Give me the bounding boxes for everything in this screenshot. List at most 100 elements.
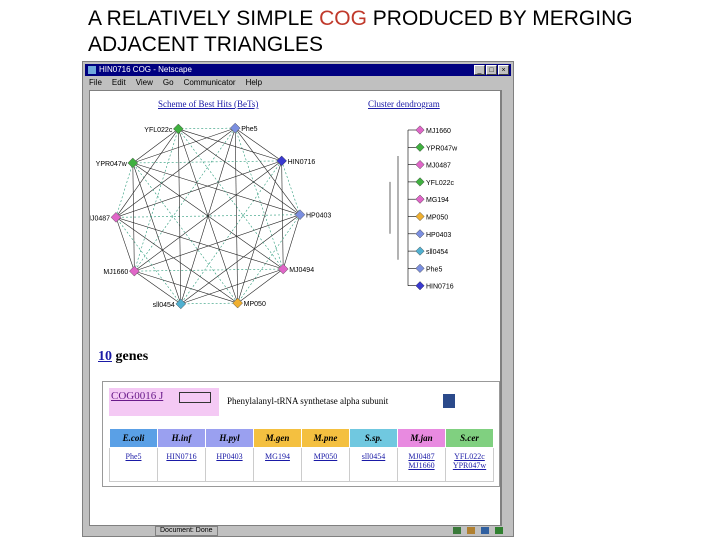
- organism-genes: HIN0716: [157, 447, 206, 482]
- hit-edge: [115, 217, 135, 272]
- organism-table: E.coli H.inf H.pyl M.gen M.pne S.sp. M.jan S.ce…: [109, 428, 494, 482]
- gene-link[interactable]: MJ0487: [399, 452, 444, 461]
- menu-go[interactable]: Go: [163, 77, 174, 89]
- gene-count: 10 genes: [98, 349, 148, 365]
- dendrogram-leaf[interactable]: [415, 177, 425, 187]
- gene-link[interactable]: YPR047w: [447, 461, 492, 470]
- menu-file[interactable]: File: [89, 77, 102, 89]
- graph-node[interactable]: [129, 265, 140, 277]
- organism-genes: MG194: [253, 447, 302, 482]
- dendrogram-leaf-label: HIN0716: [426, 284, 454, 291]
- graph-node-label: MJ0494: [289, 267, 314, 274]
- hit-edge: [281, 160, 301, 215]
- graph-node[interactable]: [229, 122, 241, 134]
- maximize-button[interactable]: □: [486, 65, 497, 75]
- close-button[interactable]: ×: [498, 65, 509, 75]
- organism-header: E.coli: [109, 428, 158, 448]
- dendrogram-leaf-label: YPR047w: [426, 145, 458, 152]
- hit-edge: [132, 162, 182, 304]
- graph-node[interactable]: [277, 263, 289, 275]
- organism-genes: Phe5: [109, 447, 158, 482]
- status-bar: Document: Done: [85, 526, 511, 536]
- organism-header: S.sp.: [349, 428, 398, 448]
- menu-communicator[interactable]: Communicator: [184, 77, 236, 89]
- hit-edge: [115, 128, 179, 218]
- organism-genes: MJ0487 MJ1660: [397, 447, 446, 482]
- minimize-button[interactable]: _: [474, 65, 485, 75]
- graph-node[interactable]: [294, 209, 306, 220]
- graph-node[interactable]: [232, 297, 243, 309]
- dendrogram-leaf[interactable]: [415, 263, 425, 273]
- organism-genes: sll0454: [349, 447, 398, 482]
- gene-link[interactable]: HP0403: [207, 452, 252, 461]
- graph-node-label: sll0454: [153, 302, 175, 309]
- mail-icon[interactable]: [467, 527, 475, 534]
- hit-edge: [134, 270, 181, 305]
- dendrogram-leaf[interactable]: [415, 142, 425, 152]
- graph-node-label: Phe5: [241, 126, 257, 133]
- organism-genes: MP050: [301, 447, 350, 482]
- dendrogram-leaf[interactable]: [415, 229, 425, 239]
- dendrogram-leaf[interactable]: [415, 125, 425, 135]
- hit-edge: [178, 128, 282, 162]
- hit-edge: [132, 128, 179, 164]
- hit-edge: [115, 217, 284, 270]
- vertical-scrollbar[interactable]: [501, 90, 511, 526]
- gene-link[interactable]: HIN0716: [159, 452, 204, 461]
- page-content: Scheme of Best Hits (BeTs) Cluster dendr…: [89, 90, 501, 526]
- cog-description: Phenylalanyl-tRNA synthetase alpha subun…: [227, 396, 389, 406]
- graph-node-label: YFL022c: [144, 127, 173, 134]
- dendrogram-leaf-label: MG194: [426, 197, 449, 204]
- composer-icon[interactable]: [481, 527, 489, 534]
- graph-node[interactable]: [127, 157, 139, 169]
- hit-edge: [134, 128, 179, 272]
- gene-link[interactable]: MG194: [255, 452, 300, 461]
- dendrogram-leaf[interactable]: [415, 160, 425, 170]
- organism-header: M.jan: [397, 428, 446, 448]
- hit-edge: [178, 127, 236, 130]
- menu-view[interactable]: View: [136, 77, 153, 89]
- status-text: Document: Done: [155, 526, 218, 536]
- dendrogram-leaf[interactable]: [415, 281, 425, 291]
- gene-link[interactable]: MP050: [303, 452, 348, 461]
- graph-node-label: HIN0716: [288, 159, 316, 166]
- dendrogram-leaf-label: MP050: [426, 215, 448, 222]
- cog-id-link[interactable]: COG0016 J: [111, 390, 163, 402]
- hit-edge: [180, 302, 238, 305]
- hit-edge: [115, 162, 134, 218]
- graph-node[interactable]: [110, 212, 122, 223]
- graph-node[interactable]: [276, 155, 287, 167]
- dendrogram-leaf-label: HP0403: [426, 232, 451, 239]
- gene-link[interactable]: MJ1660: [399, 461, 444, 470]
- gene-link[interactable]: sll0454: [351, 452, 396, 461]
- title-text-1: A RELATIVELY SIMPLE: [88, 7, 320, 30]
- dendrogram-leaf[interactable]: [415, 246, 425, 256]
- menu-help[interactable]: Help: [246, 77, 262, 89]
- browser-window: HIN0716 COG - Netscape _ □ × File Edit V…: [82, 61, 514, 537]
- graph-node-label: YPR047w: [96, 161, 128, 168]
- organism-genes: HP0403: [205, 447, 254, 482]
- dendrogram-leaf[interactable]: [415, 194, 425, 204]
- dendrogram-leaf-label: MJ0487: [426, 163, 451, 170]
- dendrogram-leaf[interactable]: [415, 211, 425, 222]
- graph-node-label: MJ0487: [90, 215, 110, 222]
- disk-icon[interactable]: [443, 394, 455, 408]
- graph-node[interactable]: [173, 123, 184, 135]
- graph-node-label: HP0403: [306, 213, 331, 220]
- hit-edge: [115, 127, 236, 218]
- hit-edge: [237, 268, 284, 304]
- security-icon[interactable]: [453, 527, 461, 534]
- hit-edge: [237, 160, 282, 304]
- network-icon[interactable]: [495, 527, 503, 534]
- organism-genes: YFL022c YPR047w: [445, 447, 494, 482]
- hit-edge: [132, 162, 238, 304]
- window-controls: _ □ ×: [474, 65, 509, 75]
- menu-edit[interactable]: Edit: [112, 77, 126, 89]
- title-accent: COG: [319, 7, 367, 30]
- window-titlebar[interactable]: HIN0716 COG - Netscape _ □ ×: [85, 64, 511, 76]
- graph-node[interactable]: [175, 298, 187, 310]
- gene-count-link[interactable]: 10: [98, 349, 112, 364]
- gene-link[interactable]: YFL022c: [447, 452, 492, 461]
- gene-link[interactable]: Phe5: [111, 452, 156, 461]
- dendrogram-leaf-label: Phe5: [426, 266, 442, 273]
